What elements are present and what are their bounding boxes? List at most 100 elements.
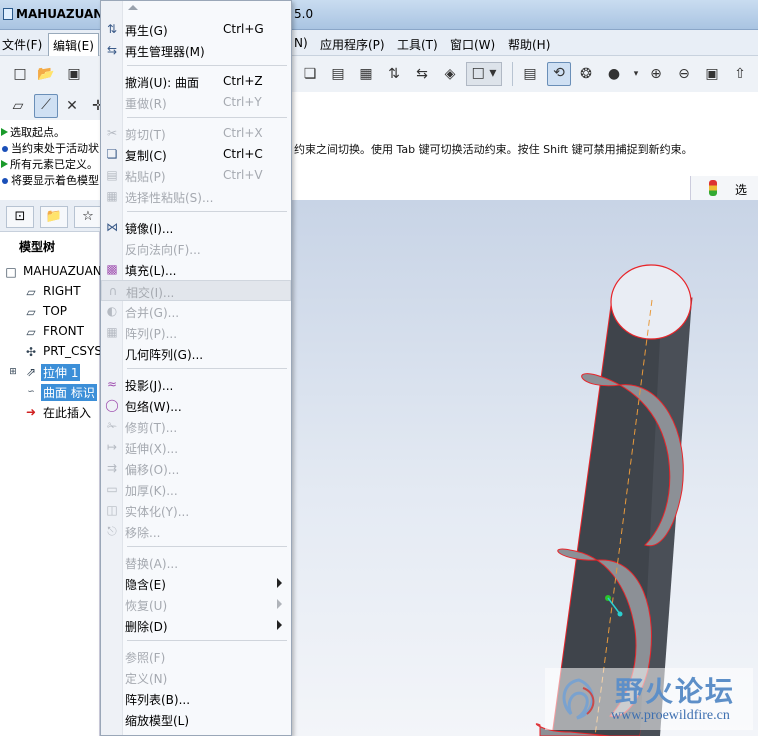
tab-favorites[interactable]: ☆	[74, 206, 102, 228]
forum-watermark: 野火论坛 www.proewildfire.cn	[545, 668, 753, 730]
paste-special-toolbar-icon[interactable]: ▦	[356, 64, 376, 84]
menu-item-extend[interactable]: ↦ 延伸(X)...	[101, 437, 291, 458]
selection-box-dropdown[interactable]: □ ▾	[466, 62, 502, 86]
datum-display-icon[interactable]: ⟲	[547, 62, 571, 86]
insert-arrow-icon: ➜	[25, 405, 37, 419]
point-display-icon[interactable]: ✕	[62, 96, 82, 116]
refit-icon[interactable]: ▣	[702, 64, 722, 84]
tab-model-tree[interactable]: ⊡	[6, 206, 34, 228]
thicken-icon: ▭	[106, 482, 118, 496]
submenu-arrow-icon	[277, 599, 282, 609]
navigator-tabs: ⊡ 📁 ☆	[0, 200, 102, 232]
green-arrow-icon	[1, 160, 8, 168]
menu-item-undo[interactable]: 撤消(U): 曲面 Ctrl+Z	[101, 71, 291, 92]
offset-icon: ⇉	[106, 461, 118, 475]
menu-item-delete[interactable]: 删除(D)	[101, 615, 291, 636]
model-tree-panel: ⊡ 📁 ☆ 模型树 □ MAHUAZUAN ▱ RIGHT ▱ TOP ▱ FR…	[0, 200, 102, 736]
shading-sphere-icon[interactable]: ●	[604, 64, 624, 84]
datum-plane-icon: ▱	[26, 285, 36, 299]
menu-item-offset[interactable]: ⇉ 偏移(O)...	[101, 458, 291, 479]
menu-item-replace[interactable]: 替换(A)...	[101, 552, 291, 573]
zoom-out-icon[interactable]: ⊖	[674, 64, 694, 84]
extrude-icon: ⇗	[25, 365, 37, 379]
menu-item-copy[interactable]: ❏ 复制(C) Ctrl+C	[101, 144, 291, 165]
open-folder-icon[interactable]: 📂	[36, 64, 56, 84]
window-title-suffix: 5.0	[294, 7, 314, 21]
menu-item-regen-manager[interactable]: ⇆ 再生管理器(M)	[101, 40, 291, 61]
regenerate-toolbar-icon[interactable]: ⇅	[384, 64, 404, 84]
regenerate-icon: ⇅	[106, 22, 118, 36]
menu-tools[interactable]: 工具(T)	[397, 36, 438, 53]
menu-item-paste[interactable]: ▤ 粘贴(P) Ctrl+V	[101, 165, 291, 186]
save-icon[interactable]: ▣	[64, 64, 84, 84]
tab-folder-browser[interactable]: 📁	[40, 206, 68, 228]
menu-applications[interactable]: 应用程序(P)	[320, 36, 385, 53]
edit-menu-dropdown: ⇅ 再生(G) Ctrl+G ⇆ 再生管理器(M) 撤消(U): 曲面 Ctrl…	[100, 0, 292, 736]
menu-item-mirror[interactable]: ⋈ 镜像(I)...	[101, 217, 291, 238]
menu-file[interactable]: 文件(F)	[2, 36, 42, 53]
menu-item-intersect[interactable]: ∩ 相交(I)...	[101, 280, 291, 301]
app-icon	[3, 8, 13, 20]
menu-insert[interactable]: N)	[294, 36, 308, 50]
menu-item-definition[interactable]: 定义(N)	[101, 667, 291, 688]
submenu-arrow-icon	[277, 620, 282, 630]
menu-item-paste-special[interactable]: ▦ 选择性粘贴(S)...	[101, 186, 291, 207]
menu-edit[interactable]: 编辑(E)	[48, 33, 99, 57]
copy-toolbar-icon[interactable]: ❏	[300, 64, 320, 84]
menu-item-resume[interactable]: 恢复(U)	[101, 594, 291, 615]
menu-item-pattern-table[interactable]: 阵列表(B)...	[101, 688, 291, 709]
sketch-view-icon[interactable]: ▤	[520, 64, 540, 84]
plane-display-icon[interactable]: ▱	[8, 96, 28, 116]
reorient-icon[interactable]: ⇧	[730, 64, 750, 84]
shading-dropdown-icon[interactable]: ▾	[626, 64, 646, 84]
extend-icon: ↦	[106, 440, 118, 454]
menu-item-thicken[interactable]: ▭ 加厚(K)...	[101, 479, 291, 500]
blue-dot-icon	[2, 145, 8, 152]
menu-item-fill[interactable]: ▩ 填充(L)...	[101, 259, 291, 280]
trim-icon: ✁	[106, 419, 118, 433]
paste-toolbar-icon[interactable]: ▤	[328, 64, 348, 84]
wrap-icon: ◯	[105, 398, 119, 412]
message-line: 当约束处于活动状	[0, 140, 99, 156]
menu-item-cut[interactable]: ✂ 剪切(T) Ctrl+X	[101, 123, 291, 144]
surface-icon: ∽	[27, 387, 35, 397]
scissors-icon: ✂	[106, 126, 118, 140]
regen-manager-icon: ⇆	[106, 43, 118, 57]
menu-help[interactable]: 帮助(H)	[508, 36, 550, 53]
zoom-in-icon[interactable]: ⊕	[646, 64, 666, 84]
mirror-icon: ⋈	[106, 220, 118, 234]
menu-item-remove[interactable]: ⎋ 移除...	[101, 521, 291, 542]
menu-item-geometry-pattern[interactable]: 几何阵列(G)...	[101, 343, 291, 364]
selection-filter[interactable]: 选取	[690, 176, 758, 214]
menu-item-scale-model[interactable]: 缩放模型(L)	[101, 709, 291, 730]
menu-window[interactable]: 窗口(W)	[450, 36, 495, 53]
part-icon: □	[5, 265, 17, 279]
menu-item-merge[interactable]: ◐ 合并(G)...	[101, 301, 291, 322]
wildfire-logo-icon	[562, 678, 595, 720]
message-line: 选取起点。	[0, 124, 65, 140]
menu-item-suppress[interactable]: 隐含(E)	[101, 573, 291, 594]
watermark-url: www.proewildfire.cn	[611, 708, 730, 723]
find-icon[interactable]: ◈	[440, 64, 460, 84]
copy-icon: ❏	[106, 147, 118, 161]
menu-item-wrap[interactable]: ◯ 包络(W)...	[101, 395, 291, 416]
message-continuation: 约束之间切换。使用 Tab 键可切换活动约束。按住 Shift 键可禁用捕捉到新…	[294, 143, 693, 156]
spin-center-icon[interactable]: ❂	[576, 64, 596, 84]
model-tree-title: 模型树	[19, 240, 56, 254]
menu-item-regenerate[interactable]: ⇅ 再生(G) Ctrl+G	[101, 19, 291, 40]
expand-icon[interactable]: ⊞	[6, 365, 20, 379]
menu-item-project[interactable]: ≈ 投影(J)...	[101, 374, 291, 395]
menu-item-trim[interactable]: ✁ 修剪(T)...	[101, 416, 291, 437]
menu-item-references[interactable]: 参照(F)	[101, 646, 291, 667]
green-arrow-icon	[1, 128, 8, 136]
menu-item-pattern[interactable]: ▦ 阵列(P)...	[101, 322, 291, 343]
menu-item-redo[interactable]: 重做(R) Ctrl+Y	[101, 92, 291, 113]
fill-icon: ▩	[106, 262, 118, 276]
menu-item-flip-normal[interactable]: 反向法向(F)...	[101, 238, 291, 259]
axis-display-icon[interactable]: ⟋	[34, 94, 58, 118]
regen-manager-toolbar-icon[interactable]: ⇆	[412, 64, 432, 84]
window-title: MAHUAZUAN	[16, 7, 104, 21]
scroll-up-icon[interactable]	[128, 5, 138, 10]
new-file-icon[interactable]: □	[10, 64, 30, 84]
menu-item-solidify[interactable]: ◫ 实体化(Y)...	[101, 500, 291, 521]
